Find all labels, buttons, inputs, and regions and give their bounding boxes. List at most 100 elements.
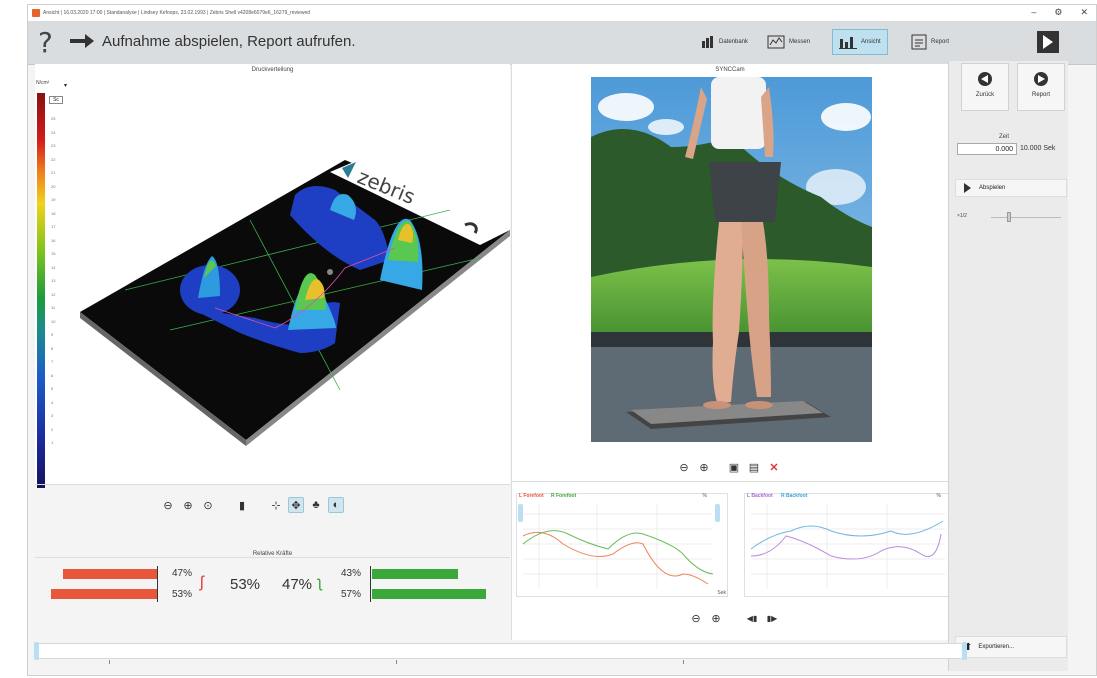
scale-tick: 25: [51, 116, 56, 121]
minimize-button[interactable]: –: [1031, 7, 1036, 18]
right-bar-axis: [370, 566, 371, 602]
time-input[interactable]: 0.000: [957, 143, 1017, 155]
speed-slider-track[interactable]: [991, 217, 1061, 218]
scale-tick: 8: [51, 345, 54, 351]
timeline-start-handle[interactable]: [34, 642, 39, 660]
zoom-in-icon[interactable]: ⊕: [180, 497, 196, 513]
help-icon[interactable]: ?: [38, 26, 53, 59]
arrow-right-icon: [70, 34, 94, 48]
scale-tick: 24: [51, 129, 56, 135]
camera-title: SYNCCam: [715, 67, 745, 73]
right-forefoot-bar: [372, 569, 458, 579]
database-icon: [702, 36, 713, 48]
scale-tick: 9: [51, 332, 54, 337]
window-title: Ansicht | 16.03.2020 17:00 | Standanalys…: [43, 10, 311, 16]
measure-button[interactable]: Messen: [761, 29, 816, 55]
right-backfoot-pct: 57%: [341, 589, 362, 600]
zoom-out-icon[interactable]: ⊖: [688, 610, 704, 626]
zoom-in-icon[interactable]: ⊕: [696, 459, 712, 475]
step-forward-icon[interactable]: ▮▶: [764, 610, 780, 626]
scale-tick: 16: [51, 237, 56, 243]
scale-tick: 23: [51, 143, 56, 148]
right-backfoot-bar: [372, 589, 486, 599]
scale-tick: 20: [51, 183, 56, 189]
film-icon[interactable]: ▤: [746, 459, 762, 475]
pressure-3d-view: zebris: [80, 155, 510, 446]
report-nav-button[interactable]: Report: [1017, 63, 1065, 111]
report-button[interactable]: Report: [905, 29, 955, 55]
forefoot-unit: %: [702, 493, 707, 499]
divider: [35, 557, 510, 558]
export-button[interactable]: ⬆ Exportieren...: [955, 636, 1067, 658]
play-button[interactable]: Abspielen: [955, 179, 1067, 197]
chart-tools: ⊖ ⊕ ◀▮ ▮▶: [688, 610, 780, 626]
battery-icon[interactable]: ▮: [234, 497, 250, 513]
step-back-icon[interactable]: ◀▮: [744, 610, 760, 626]
scale-tick: 19: [51, 197, 56, 202]
scale-tick: 21: [51, 170, 56, 175]
time-label: Zeit: [999, 134, 1010, 140]
zoom-in-icon[interactable]: ⊕: [708, 610, 724, 626]
measure-icon: [767, 35, 785, 49]
zoom-fit-icon[interactable]: ⊙: [200, 497, 216, 513]
zoom-out-icon[interactable]: ⊖: [160, 497, 176, 513]
timeline-end-handle[interactable]: [962, 642, 967, 660]
play-label: Abspielen: [979, 185, 1006, 191]
arrow-left-icon: [978, 72, 992, 86]
speed-slider-handle[interactable]: [1007, 212, 1011, 222]
report-label: Report: [931, 39, 950, 45]
main-toolbar: ? Aufnahme abspielen, Report aufrufen. D…: [28, 21, 1096, 65]
right-total-pct: 47%: [282, 576, 313, 593]
right-foot-icon: ʅ: [318, 574, 322, 591]
view-button[interactable]: Ansicht: [832, 29, 888, 55]
scale-tick: 12: [51, 291, 56, 297]
scale-tick: 1: [51, 440, 54, 445]
camera-icon[interactable]: ▣: [726, 459, 742, 475]
left-foot-icon: ʃ: [200, 574, 204, 591]
exit-icon[interactable]: [1037, 31, 1059, 53]
foot-view-icon[interactable]: ✥: [288, 497, 304, 513]
forefoot-chart: L Forefoot R Forefoot % Sek: [516, 493, 728, 597]
legend-right-forefoot: R Forefoot: [551, 493, 577, 499]
page-headline: Aufnahme abspielen, Report aufrufen.: [102, 33, 356, 50]
backfoot-chart: L Backfoot R Backfoot % Sek: [744, 493, 962, 597]
scale-setting-box[interactable]: Sc: [49, 96, 63, 104]
back-button[interactable]: Zurück: [961, 63, 1009, 111]
zoom-out-icon[interactable]: ⊖: [676, 459, 692, 475]
legend-right-backfoot: R Backfoot: [781, 493, 808, 499]
settings-button[interactable]: ⚙: [1054, 7, 1062, 18]
scale-dropdown-icon[interactable]: ▾: [64, 82, 67, 89]
center-line-icon[interactable]: ⊹: [268, 497, 284, 513]
delete-icon[interactable]: ✕: [766, 459, 782, 475]
left-forefoot-bar: [63, 569, 157, 579]
divider: [512, 481, 948, 482]
foot-outline-icon[interactable]: ♣: [308, 497, 324, 513]
back-label: Zurück: [975, 92, 995, 98]
divider: [35, 484, 510, 485]
bar-chart-icon: [839, 37, 857, 49]
scale-tick: 10: [51, 318, 56, 324]
camera-tools: ⊖ ⊕ ▣ ▤ ✕: [676, 459, 782, 475]
scale-tick: 14: [51, 264, 56, 270]
legend-left-backfoot: L Backfoot: [747, 493, 773, 499]
scale-tick: 15: [51, 251, 56, 256]
close-button[interactable]: ✕: [1080, 7, 1088, 18]
scale-tick: 18: [51, 210, 56, 216]
backfoot-unit: %: [936, 493, 941, 499]
forefoot-time-unit: Sek: [717, 590, 726, 596]
scale-tick: 2: [51, 426, 54, 432]
title-bar: Ansicht | 16.03.2020 17:00 | Standanalys…: [28, 5, 1096, 21]
sound-icon[interactable]: ◐: [328, 497, 344, 513]
report-nav-label: Report: [1031, 92, 1050, 98]
report-icon: [911, 34, 927, 50]
scale-tick: 13: [51, 278, 56, 283]
export-label: Exportieren...: [978, 644, 1015, 650]
timeline-track[interactable]: [35, 643, 965, 664]
database-button[interactable]: Datenbank: [695, 29, 754, 55]
app-icon: [32, 9, 40, 17]
scale-tick: 7: [51, 359, 54, 364]
scale-ticks: 25 24 23 22 21 20 19 18 17 16 15 14 13 12 11 10 9 8 7 6 5 4 3 2…: [51, 112, 55, 450]
left-forefoot-pct: 47%: [172, 568, 193, 579]
time-end: 10.000 Sek: [1020, 145, 1056, 152]
measure-label: Messen: [789, 39, 811, 45]
